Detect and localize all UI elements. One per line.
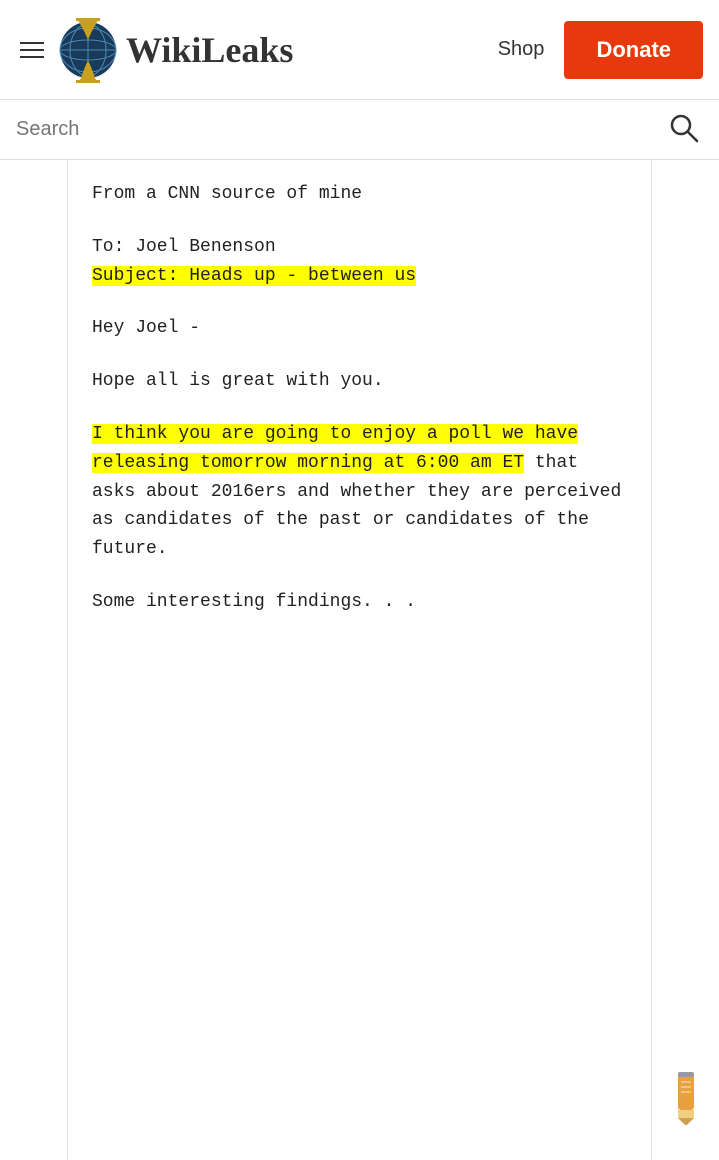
left-sidebar xyxy=(0,160,68,1160)
main-content: From a CNN source of mine To: Joel Benen… xyxy=(68,160,651,1160)
donate-button[interactable]: Donate xyxy=(564,21,703,79)
email-body: From a CNN source of mine To: Joel Benen… xyxy=(92,180,627,617)
pencil-icon xyxy=(666,1070,706,1130)
shop-link[interactable]: Shop xyxy=(498,38,545,61)
email-poll-highlight: I think you are going to enjoy a poll we… xyxy=(92,424,578,473)
site-header: WikiLeaks Shop Donate xyxy=(0,0,719,100)
email-hope-line: Hope all is great with you. xyxy=(92,367,627,396)
logo-image xyxy=(58,15,118,85)
email-greeting: Hey Joel - xyxy=(92,314,627,343)
right-sidebar xyxy=(651,160,719,1160)
email-from-line: From a CNN source of mine xyxy=(92,180,627,209)
logo-text: WikiLeaks xyxy=(126,29,293,71)
search-input[interactable] xyxy=(16,118,665,141)
email-to-text: To: Joel Benenson xyxy=(92,237,276,257)
search-bar xyxy=(0,100,719,160)
content-area: From a CNN source of mine To: Joel Benen… xyxy=(0,160,719,1160)
email-findings-line: Some interesting findings. . . xyxy=(92,588,627,617)
header-right: Shop Donate xyxy=(498,21,703,79)
header-left: WikiLeaks xyxy=(16,15,293,85)
search-button[interactable] xyxy=(665,109,703,150)
search-icon xyxy=(669,113,699,143)
email-poll-paragraph: I think you are going to enjoy a poll we… xyxy=(92,420,627,564)
email-to-line: To: Joel Benenson Subject: Heads up - be… xyxy=(92,233,627,291)
right-sidebar-content xyxy=(652,160,719,1160)
email-subject-line: Subject: Heads up - between us xyxy=(92,266,416,286)
logo-link[interactable]: WikiLeaks xyxy=(58,15,293,85)
hamburger-menu-icon[interactable] xyxy=(16,38,48,62)
